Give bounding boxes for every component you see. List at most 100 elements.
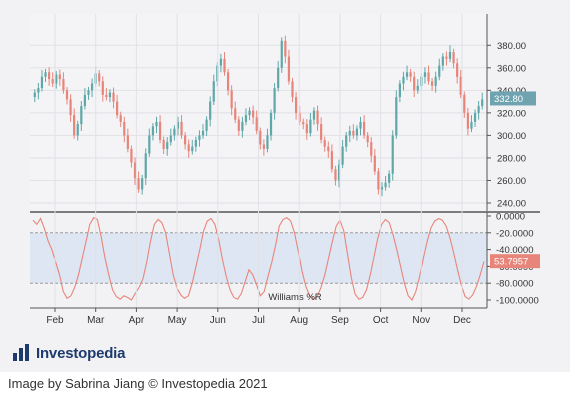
candlestick xyxy=(291,81,294,98)
candlestick xyxy=(334,169,337,181)
candlestick xyxy=(398,83,401,98)
candlestick xyxy=(477,106,480,113)
candlestick xyxy=(51,79,54,84)
candlestick xyxy=(445,56,448,59)
candlestick xyxy=(98,73,101,82)
candlestick xyxy=(69,99,72,116)
price-y-tick-label: 280.00 xyxy=(497,153,526,164)
price-y-tick-label: 240.00 xyxy=(497,199,526,210)
x-tick-label: Dec xyxy=(453,315,471,326)
candlestick xyxy=(126,135,129,149)
candlestick xyxy=(452,52,455,64)
candlestick xyxy=(266,135,269,149)
candlestick xyxy=(101,81,104,95)
candlestick xyxy=(173,128,176,136)
candlestick xyxy=(212,81,215,102)
candlestick xyxy=(130,148,133,163)
candlestick xyxy=(323,139,326,147)
candlestick xyxy=(144,153,147,179)
candlestick xyxy=(237,119,240,131)
candlestick xyxy=(112,92,115,102)
candlestick xyxy=(105,94,108,98)
candlestick xyxy=(262,144,265,149)
candlestick xyxy=(255,117,258,131)
candlestick xyxy=(269,112,273,136)
candlestick xyxy=(309,119,312,134)
candlestick xyxy=(108,92,112,98)
price-y-tick-label: 380.00 xyxy=(497,41,526,52)
candlestick xyxy=(380,187,384,190)
image-caption: Image by Sabrina Jiang © Investopedia 20… xyxy=(8,376,268,391)
candlestick xyxy=(191,146,194,152)
osc-y-tick-label: -80.0000 xyxy=(496,279,534,290)
candlestick xyxy=(345,135,348,147)
candlestick xyxy=(280,40,283,68)
osc-y-tick-label: 0.0000 xyxy=(496,212,525,223)
candlestick xyxy=(330,151,333,170)
candlestick xyxy=(302,121,305,125)
x-tick-label: May xyxy=(168,315,187,326)
x-tick-label: Oct xyxy=(373,315,389,326)
candlestick xyxy=(466,112,470,129)
candlestick xyxy=(230,90,233,109)
price-y-tick-label: 320.00 xyxy=(497,108,526,119)
candlestick xyxy=(184,135,187,145)
candlestick xyxy=(320,124,323,140)
chart-canvas: 380.00360.00340.00320.00300.00280.00260.… xyxy=(30,14,540,326)
candlestick xyxy=(316,110,319,125)
candlestick xyxy=(413,76,416,91)
candlestick xyxy=(273,88,276,113)
candlestick xyxy=(327,146,330,152)
candlestick xyxy=(123,121,126,136)
candlestick xyxy=(384,182,387,188)
candlestick xyxy=(119,115,122,122)
candlestick xyxy=(430,81,434,86)
candlestick xyxy=(423,72,427,77)
candlestick xyxy=(133,162,137,179)
x-tick-label: Nov xyxy=(412,315,430,326)
x-tick-label: Aug xyxy=(290,315,308,326)
oscillator-panel: 0.0000-20.0000-40.0000-60.0000-80.0000-1… xyxy=(30,212,540,308)
candlestick xyxy=(169,135,172,143)
candlestick xyxy=(141,178,144,190)
x-tick-label: Apr xyxy=(129,315,145,326)
candlestick xyxy=(87,90,90,95)
price-panel: 380.00360.00340.00320.00300.00280.00260.… xyxy=(30,14,540,213)
candlestick xyxy=(166,142,169,149)
candlestick xyxy=(155,121,158,127)
candlestick xyxy=(473,112,477,122)
candlestick xyxy=(259,130,262,145)
candlestick xyxy=(252,110,255,118)
candlestick xyxy=(391,135,394,174)
candlestick xyxy=(158,121,162,140)
candlestick xyxy=(76,124,79,136)
candlestick xyxy=(201,130,205,136)
logo-text: Investopedia xyxy=(36,344,126,362)
x-tick-label: Jul xyxy=(252,315,265,326)
last-price-label: 332.80 xyxy=(494,94,523,105)
candlestick xyxy=(241,121,244,131)
candlestick xyxy=(456,63,459,77)
candlestick xyxy=(405,72,409,77)
last-value-label: 53.7957 xyxy=(494,257,528,268)
candlestick xyxy=(62,79,65,91)
candlestick xyxy=(438,65,441,77)
logo-icon xyxy=(13,344,29,361)
candlestick xyxy=(312,110,316,120)
investopedia-logo: Investopedia xyxy=(12,344,125,362)
candlestick xyxy=(244,115,248,122)
osc-y-tick-label: -20.0000 xyxy=(496,228,534,239)
candlestick xyxy=(427,72,430,82)
candlestick xyxy=(434,76,437,86)
candlestick xyxy=(116,101,119,116)
chart-figure: 380.00 360.00 340.00 320.00 300.00 280.00 260.… xyxy=(0,0,570,372)
candlestick xyxy=(33,92,36,98)
candlestick xyxy=(352,130,355,136)
candlestick xyxy=(395,97,398,136)
candlestick xyxy=(198,135,201,140)
candlestick xyxy=(305,124,308,134)
candlestick xyxy=(162,139,165,149)
x-tick-label: Jun xyxy=(210,315,226,326)
candlestick xyxy=(284,40,287,57)
candlestick xyxy=(359,121,362,129)
